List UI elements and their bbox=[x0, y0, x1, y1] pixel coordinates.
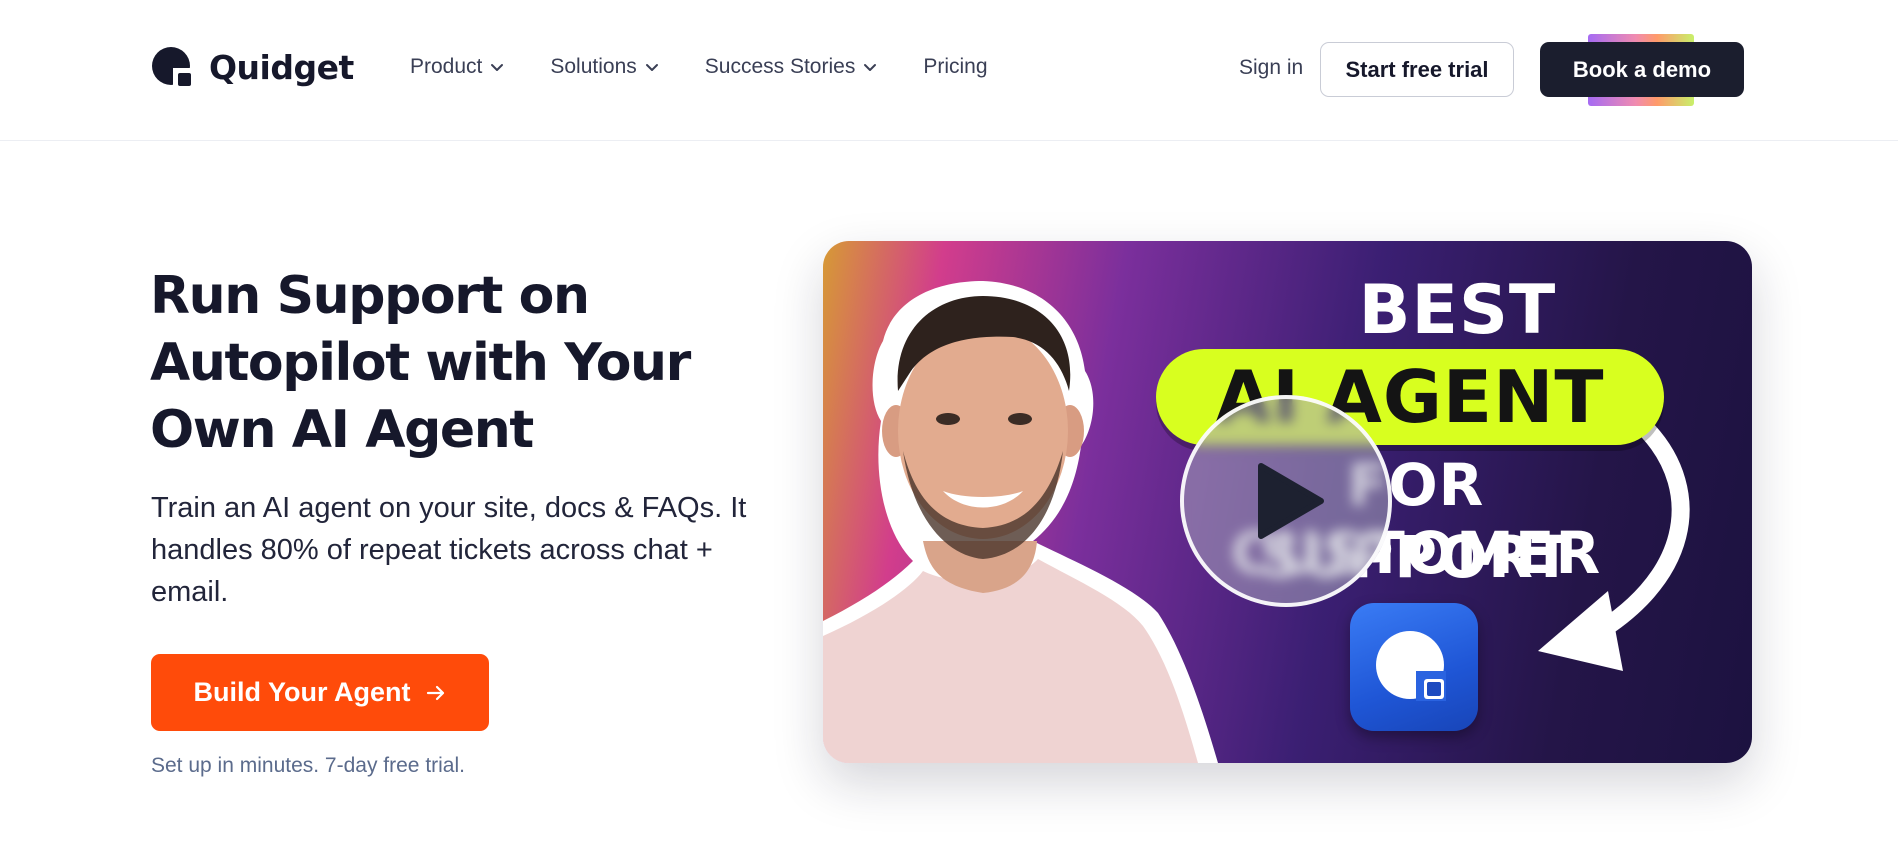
nav-item-solutions[interactable]: Solutions bbox=[550, 55, 658, 79]
chevron-down-icon bbox=[491, 64, 504, 71]
nav-item-pricing[interactable]: Pricing bbox=[923, 55, 987, 79]
trial-note: Set up in minutes. 7-day free trial. bbox=[151, 754, 465, 777]
nav-item-label: Success Stories bbox=[704, 55, 856, 78]
arrow-right-icon bbox=[426, 685, 444, 700]
hero-subtext: Train an AI agent on your site, docs & F… bbox=[151, 492, 747, 608]
brand-name: Quidget bbox=[209, 47, 354, 87]
nav-item-label: Pricing bbox=[923, 55, 988, 78]
chevron-down-icon bbox=[645, 64, 658, 71]
book-demo-wrapper: Book a demo bbox=[1540, 34, 1744, 106]
thumbnail-line-1: BEST bbox=[1358, 271, 1557, 350]
book-demo-button[interactable]: Book a demo bbox=[1540, 42, 1744, 97]
nav-item-success-stories[interactable]: Success Stories bbox=[705, 55, 878, 79]
brand-logo[interactable]: Quidget bbox=[151, 46, 354, 88]
sign-in-link[interactable]: Sign in bbox=[1239, 56, 1303, 80]
chevron-down-icon bbox=[864, 64, 877, 71]
video-thumbnail[interactable]: BEST AI AGENT FOR CUSTOMER SUPPORT bbox=[823, 241, 1752, 763]
build-agent-label: Build Your Agent bbox=[193, 677, 411, 707]
quidget-app-icon bbox=[1350, 603, 1478, 731]
nav-item-label: Solutions bbox=[550, 55, 637, 78]
site-header: Quidget Product Solutions Success Storie… bbox=[0, 0, 1898, 141]
play-icon bbox=[1258, 463, 1324, 539]
hero-headline: Run Support on Autopilot with Your Own A… bbox=[150, 266, 691, 460]
play-button[interactable] bbox=[1180, 395, 1392, 607]
start-free-trial-button[interactable]: Start free trial bbox=[1320, 42, 1514, 97]
nav-item-label: Product bbox=[410, 55, 483, 78]
build-agent-button[interactable]: Build Your Agent bbox=[151, 654, 489, 731]
quidget-logo-icon bbox=[152, 47, 193, 88]
main-nav: Product Solutions Success Stories Pricin… bbox=[410, 55, 1034, 79]
nav-item-product[interactable]: Product bbox=[410, 55, 504, 79]
